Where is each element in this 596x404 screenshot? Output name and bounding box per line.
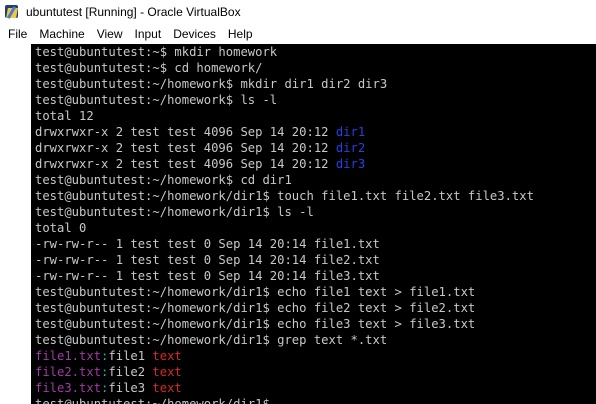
terminal-text-segment: drwxrwxr-x 2 test test 4096 Sep 14 20:12 <box>35 141 336 155</box>
terminal-line: file3.txt:file3 text <box>35 380 596 396</box>
menu-input[interactable]: Input <box>129 25 168 43</box>
terminal-line: -rw-rw-r-- 1 test test 0 Sep 14 20:14 fi… <box>35 252 596 268</box>
menu-help[interactable]: Help <box>222 25 259 43</box>
terminal-line: test@ubuntutest:~/homework$ mkdir dir1 d… <box>35 76 596 92</box>
terminal-line: total 0 <box>35 220 596 236</box>
terminal-text-segment: -rw-rw-r-- 1 test test 0 Sep 14 20:14 fi… <box>35 269 380 283</box>
terminal-line: -rw-rw-r-- 1 test test 0 Sep 14 20:14 fi… <box>35 236 596 252</box>
terminal-line: total 12 <box>35 108 596 124</box>
terminal-text-segment: dir3 <box>335 157 366 171</box>
terminal-text-segment: file3.txt <box>35 381 102 395</box>
terminal-text-segment: test@ubuntutest:~/homework/dir1$ echo fi… <box>35 301 476 315</box>
vm-screen[interactable]: test@ubuntutest:~$ mkdir homework test@ub… <box>31 44 596 404</box>
terminal-line: test@ubuntutest:~/homework/dir1$ ls -l <box>35 204 596 220</box>
terminal-text-segment: test@ubuntutest:~/homework/dir1$ echo fi… <box>35 317 476 331</box>
terminal-line: test@ubuntutest:~/homework$ ls -l <box>35 92 596 108</box>
virtualbox-icon <box>4 4 20 20</box>
terminal-line: test@ubuntutest:~$ cd homework/ <box>35 60 596 76</box>
terminal-text-segment: text <box>152 381 182 395</box>
terminal-output[interactable]: test@ubuntutest:~$ mkdir homework test@ub… <box>31 44 596 404</box>
terminal-line: test@ubuntutest:~/homework/dir1$ echo fi… <box>35 284 596 300</box>
terminal-text-segment: drwxrwxr-x 2 test test 4096 Sep 14 20:12 <box>35 125 336 139</box>
terminal-text-segment: file3 <box>108 381 153 395</box>
terminal-text-segment: test@ubuntutest:~/homework/dir1$ echo fi… <box>35 285 476 299</box>
terminal-text-segment: file2 <box>108 365 153 379</box>
terminal-line: drwxrwxr-x 2 test test 4096 Sep 14 20:12… <box>35 156 596 172</box>
window-title: ubuntutest [Running] - Oracle VirtualBox <box>26 5 241 19</box>
terminal-text-segment: total 12 <box>35 109 94 123</box>
terminal-line: test@ubuntutest:~/homework/dir1$ grep te… <box>35 332 596 348</box>
terminal-text-segment: -rw-rw-r-- 1 test test 0 Sep 14 20:14 fi… <box>35 253 380 267</box>
terminal-line: drwxrwxr-x 2 test test 4096 Sep 14 20:12… <box>35 124 596 140</box>
terminal-text-segment: dir2 <box>335 141 366 155</box>
terminal-line: file1.txt:file1 text <box>35 348 596 364</box>
terminal-line: drwxrwxr-x 2 test test 4096 Sep 14 20:12… <box>35 140 596 156</box>
terminal-line: test@ubuntutest:~/homework$ cd dir1 <box>35 172 596 188</box>
terminal-line: test@ubuntutest:~/homework/dir1$ echo fi… <box>35 316 596 332</box>
terminal-text-segment: test@ubuntutest:~/homework/dir1$ touch f… <box>35 189 534 203</box>
menu-bar: File Machine View Input Devices Help <box>0 24 596 44</box>
terminal-text-segment: test@ubuntutest:~/homework$ ls -l <box>35 93 278 107</box>
terminal-text-segment: test@ubuntutest:~$ cd homework/ <box>35 61 263 75</box>
menu-file[interactable]: File <box>2 25 33 43</box>
terminal-text-segment: file2.txt <box>35 365 102 379</box>
terminal-line: test@ubuntutest:~/homework/dir1$ touch f… <box>35 188 596 204</box>
terminal-text-segment: test@ubuntutest:~/homework/dir1$ ls -l <box>35 205 314 219</box>
terminal-line: file2.txt:file2 text <box>35 364 596 380</box>
title-bar[interactable]: ubuntutest [Running] - Oracle VirtualBox <box>0 0 596 24</box>
terminal-line: test@ubuntutest:~/homework/dir1$ <box>35 396 596 404</box>
terminal-text-segment: total 0 <box>35 221 87 235</box>
terminal-text-segment: text <box>152 365 182 379</box>
terminal-text-segment: file1 <box>108 349 153 363</box>
terminal-line: -rw-rw-r-- 1 test test 0 Sep 14 20:14 fi… <box>35 268 596 284</box>
terminal-text-segment: test@ubuntutest:~/homework/dir1$ grep te… <box>35 333 388 347</box>
menu-machine[interactable]: Machine <box>33 25 90 43</box>
terminal-text-segment: test@ubuntutest:~/homework/dir1$ <box>35 397 270 404</box>
menu-devices[interactable]: Devices <box>167 25 222 43</box>
terminal-line: test@ubuntutest:~$ mkdir homework <box>35 44 596 60</box>
terminal-text-segment: dir1 <box>335 125 366 139</box>
terminal-line: test@ubuntutest:~/homework/dir1$ echo fi… <box>35 300 596 316</box>
terminal-text-segment: -rw-rw-r-- 1 test test 0 Sep 14 20:14 fi… <box>35 237 380 251</box>
terminal-text-segment: file1.txt <box>35 349 102 363</box>
terminal-text-segment: drwxrwxr-x 2 test test 4096 Sep 14 20:12 <box>35 157 336 171</box>
terminal-text-segment: text <box>152 349 182 363</box>
terminal-text-segment: test@ubuntutest:~/homework$ mkdir dir1 d… <box>35 77 388 91</box>
terminal-text-segment: test@ubuntutest:~/homework$ cd dir1 <box>35 173 292 187</box>
terminal-text-segment: test@ubuntutest:~$ mkdir homework <box>35 45 278 59</box>
virtualbox-window: ubuntutest [Running] - Oracle VirtualBox… <box>0 0 596 404</box>
menu-view[interactable]: View <box>91 25 129 43</box>
